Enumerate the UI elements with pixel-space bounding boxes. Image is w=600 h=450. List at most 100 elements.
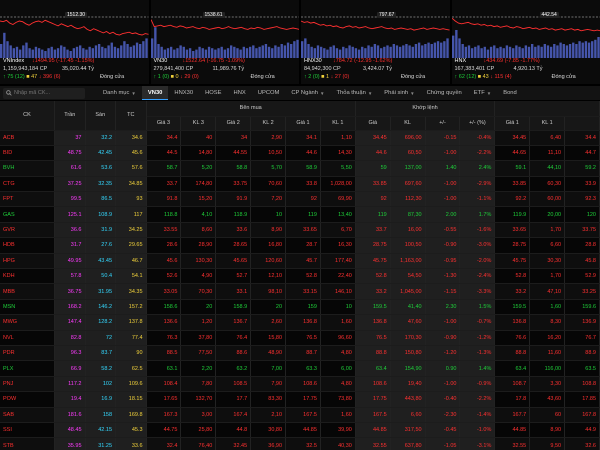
symbol-cell[interactable]: POW	[0, 391, 55, 408]
index-card-hnx[interactable]: 442.54 HNX ↓434.69 (-7.85 -1.77%) 167,383,4…	[451, 0, 600, 84]
col-header-gi-1[interactable]: Giá 1	[285, 116, 321, 131]
tab-etf[interactable]: ETF ▼	[468, 86, 497, 100]
tab-phái-sinh[interactable]: Phái sinh ▼	[378, 86, 420, 100]
tab-danh-mục[interactable]: Danh mục ▼	[97, 86, 142, 100]
table-row[interactable]: HDB 31.7 27.6 29.65 28.6 28,90 28.65 16,80 28.7 1…	[0, 237, 600, 254]
reference-price: 90	[115, 345, 147, 362]
table-row[interactable]: PDR 96.3 83.7 90 88.5 77,50 88.6 48,90 88.7 4,80 8…	[0, 345, 600, 362]
symbol-cell[interactable]: MSN	[0, 299, 55, 316]
col-header-kl-1[interactable]: KL 1	[320, 116, 356, 131]
col-header-kl[interactable]: KL	[390, 116, 426, 131]
ceiling-price: 37.25	[54, 176, 86, 193]
symbol-cell[interactable]: PDR	[0, 345, 55, 362]
tab-chứng-quyền[interactable]: Chứng quyền	[421, 86, 468, 100]
index-card-vnindex[interactable]: 1512.30 VNIndex ↓1494.95 (-17.45 -1.15%) 1,…	[0, 0, 149, 84]
col-header--[interactable]: +/- (%)	[459, 116, 496, 131]
symbol-cell[interactable]: MBB	[0, 283, 55, 300]
table-row[interactable]: CTG 37.25 32.35 34.85 33.7 174,80 33.75 70,60 33…	[0, 176, 600, 193]
col-header-tran[interactable]: Trần	[54, 101, 86, 131]
table-row[interactable]: GAS 125.1 108.9 117 118.8 4,10 118.9 10 119 13,40…	[0, 206, 600, 223]
symbol-cell[interactable]: PLX	[0, 360, 55, 377]
change: -0.15	[425, 130, 461, 146]
col-header-gia-2[interactable]	[564, 116, 600, 131]
symbol-cell[interactable]: ACB	[0, 130, 55, 146]
symbol-cell[interactable]: HPG	[0, 253, 55, 270]
change-pct: -0.7%	[459, 314, 496, 331]
ask-vol-1: 30,30	[529, 253, 566, 270]
table-row[interactable]: KDH 57.8 50.4 54.1 52.6 4,90 52.7 12,10 52.8 22,4…	[0, 268, 600, 285]
bid-vol-3: 25,80	[180, 422, 217, 439]
symbol-cell[interactable]: PNJ	[0, 376, 55, 393]
table-row[interactable]: PLX 66.9 58.2 62.5 63.1 2,20 63.2 7,00 63.3 6,00 6…	[0, 360, 600, 377]
bid-vol-1: 10	[320, 299, 356, 316]
col-header-kl-3[interactable]: KL 3	[180, 116, 217, 131]
symbol-cell[interactable]: MWG	[0, 314, 55, 331]
symbol-cell[interactable]: GVR	[0, 222, 55, 239]
index-chart	[301, 16, 450, 58]
bid-price-2: 33.1	[215, 283, 252, 300]
symbol-cell[interactable]: CTG	[0, 176, 55, 193]
col-header-kl-1[interactable]: KL 1	[529, 116, 566, 131]
col-header-ck[interactable]: CK	[0, 101, 55, 131]
table-row[interactable]: MSN 168.2 146.2 157.2 158.6 20 158.9 20 159 10 159…	[0, 299, 600, 316]
symbol-cell[interactable]: GAS	[0, 206, 55, 223]
change: -2.30	[425, 407, 461, 423]
symbol-cell[interactable]: HDB	[0, 237, 55, 254]
tab-bond[interactable]: Bond	[497, 86, 523, 100]
tab-hnx[interactable]: HNX	[228, 86, 252, 100]
index-card-hnx30[interactable]: 797.67 HNX30 ↓784.72 (-12.95 -1.62%) 84,942…	[301, 0, 450, 84]
table-row[interactable]: STB 35.95 31.25 33.6 32.4 76,40 32.45 36,90 32.5…	[0, 437, 600, 450]
table-row[interactable]: GVR 36.6 31.9 34.25 33.55 8,60 33.6 8,90 33.65 6,…	[0, 222, 600, 239]
tab-hnx30[interactable]: HNX30	[168, 86, 199, 100]
col-header-gi-[interactable]: Giá	[355, 116, 391, 131]
bid-vol-1: 1,60	[320, 407, 356, 423]
table-row[interactable]: BID 48.75 42.45 45.6 44.5 14,80 44.55 10,50 44.6…	[0, 145, 600, 162]
bid-vol-2: 98,10	[250, 283, 287, 300]
tab-upcom[interactable]: UPCOM	[252, 86, 286, 100]
symbol-cell[interactable]: STB	[0, 437, 55, 450]
symbol-cell[interactable]: FPT	[0, 191, 55, 208]
table-row[interactable]: HPG 49.95 43.45 46.7 45.6 130,30 45.65 120,60 45…	[0, 253, 600, 270]
search-input[interactable]	[14, 90, 84, 96]
col-header-gi-1[interactable]: Giá 1	[494, 116, 531, 131]
table-row[interactable]: MBB 36.75 31.95 34.35 33.05 70,30 33.1 98,10 33.…	[0, 283, 600, 300]
tab-thỏa-thuận[interactable]: Thỏa thuận ▼	[330, 86, 378, 100]
col-header-tc[interactable]: TC	[115, 101, 147, 131]
table-row[interactable]: SSI 48.45 42.15 45.3 44.75 25,80 44.8 30,80 44.8…	[0, 422, 600, 439]
table-row[interactable]: ACB 37 32.2 34.6 34.4 40 34 2,90 34.1 1,10 34.45 69…	[0, 130, 600, 146]
symbol-cell[interactable]: BVH	[0, 160, 55, 177]
table-row[interactable]: MWG 147.4 128.2 137.8 136.6 1,20 136.7 2,60 136.…	[0, 314, 600, 331]
advance-decline-stats: ↑ 2 (0) ■ 1 ↓ 27 (0)	[304, 74, 349, 80]
col-header--[interactable]: +/-	[425, 116, 461, 131]
table-row[interactable]: SAB 181.6 158 169.8 167.3 3,00 167.4 2,10 167.5 1…	[0, 407, 600, 423]
bid-vol-2: 16,80	[250, 237, 287, 254]
symbol-cell[interactable]: KDH	[0, 268, 55, 285]
symbol-cell[interactable]: SAB	[0, 407, 55, 423]
stock-search-box[interactable]	[3, 87, 85, 99]
tab-label: Bond	[503, 90, 517, 96]
index-card-vn30[interactable]: 1538.61 VN30 ↓1522.64 (-16.75 -1.09%) 279,8…	[150, 0, 299, 84]
advancers-count: ↑ 1 (0)	[153, 74, 170, 80]
symbol-cell[interactable]: NVL	[0, 330, 55, 346]
col-header-gi-2[interactable]: Giá 2	[215, 116, 252, 131]
bid-price-3: 108.4	[146, 376, 182, 393]
tab-hose[interactable]: HOSE	[199, 86, 227, 100]
table-row[interactable]: NVL 82.8 72 77.4 76.3 37,80 76.4 15,80 76.5 96,60…	[0, 330, 600, 346]
col-header-kl-2[interactable]: KL 2	[250, 116, 287, 131]
floor-price: 50.4	[85, 268, 117, 285]
bid-price-3: 44.75	[146, 422, 182, 439]
table-row[interactable]: POW 19.4 16.9 18.15 17.65 132,70 17.7 83,30 17.7…	[0, 391, 600, 408]
table-row[interactable]: FPT 99.5 86.5 93 91.8 15,20 91.9 7,20 92 69,90 92 1…	[0, 191, 600, 208]
table-row[interactable]: BVH 61.6 53.6 57.6 58.7 5,20 58.8 5,70 58.9 5,50 5…	[0, 160, 600, 177]
col-header-gi-3[interactable]: Giá 3	[146, 116, 182, 131]
match-vol: 170,30	[390, 330, 426, 346]
table-row[interactable]: PNJ 117.2 102 109.6 108.4 7,80 108.5 7,90 108.6 4…	[0, 376, 600, 393]
col-header-san[interactable]: Sàn	[85, 101, 117, 131]
match-price: 159.5	[355, 299, 391, 316]
symbol-cell[interactable]: BID	[0, 145, 55, 162]
symbol-cell[interactable]: SSI	[0, 422, 55, 439]
tab-label: VN30	[147, 89, 163, 96]
tab-vn30[interactable]: VN30	[141, 86, 169, 100]
bid-price-1: 44.85	[285, 422, 321, 439]
tab-cp-ngành[interactable]: CP Ngành ▼	[285, 86, 330, 100]
